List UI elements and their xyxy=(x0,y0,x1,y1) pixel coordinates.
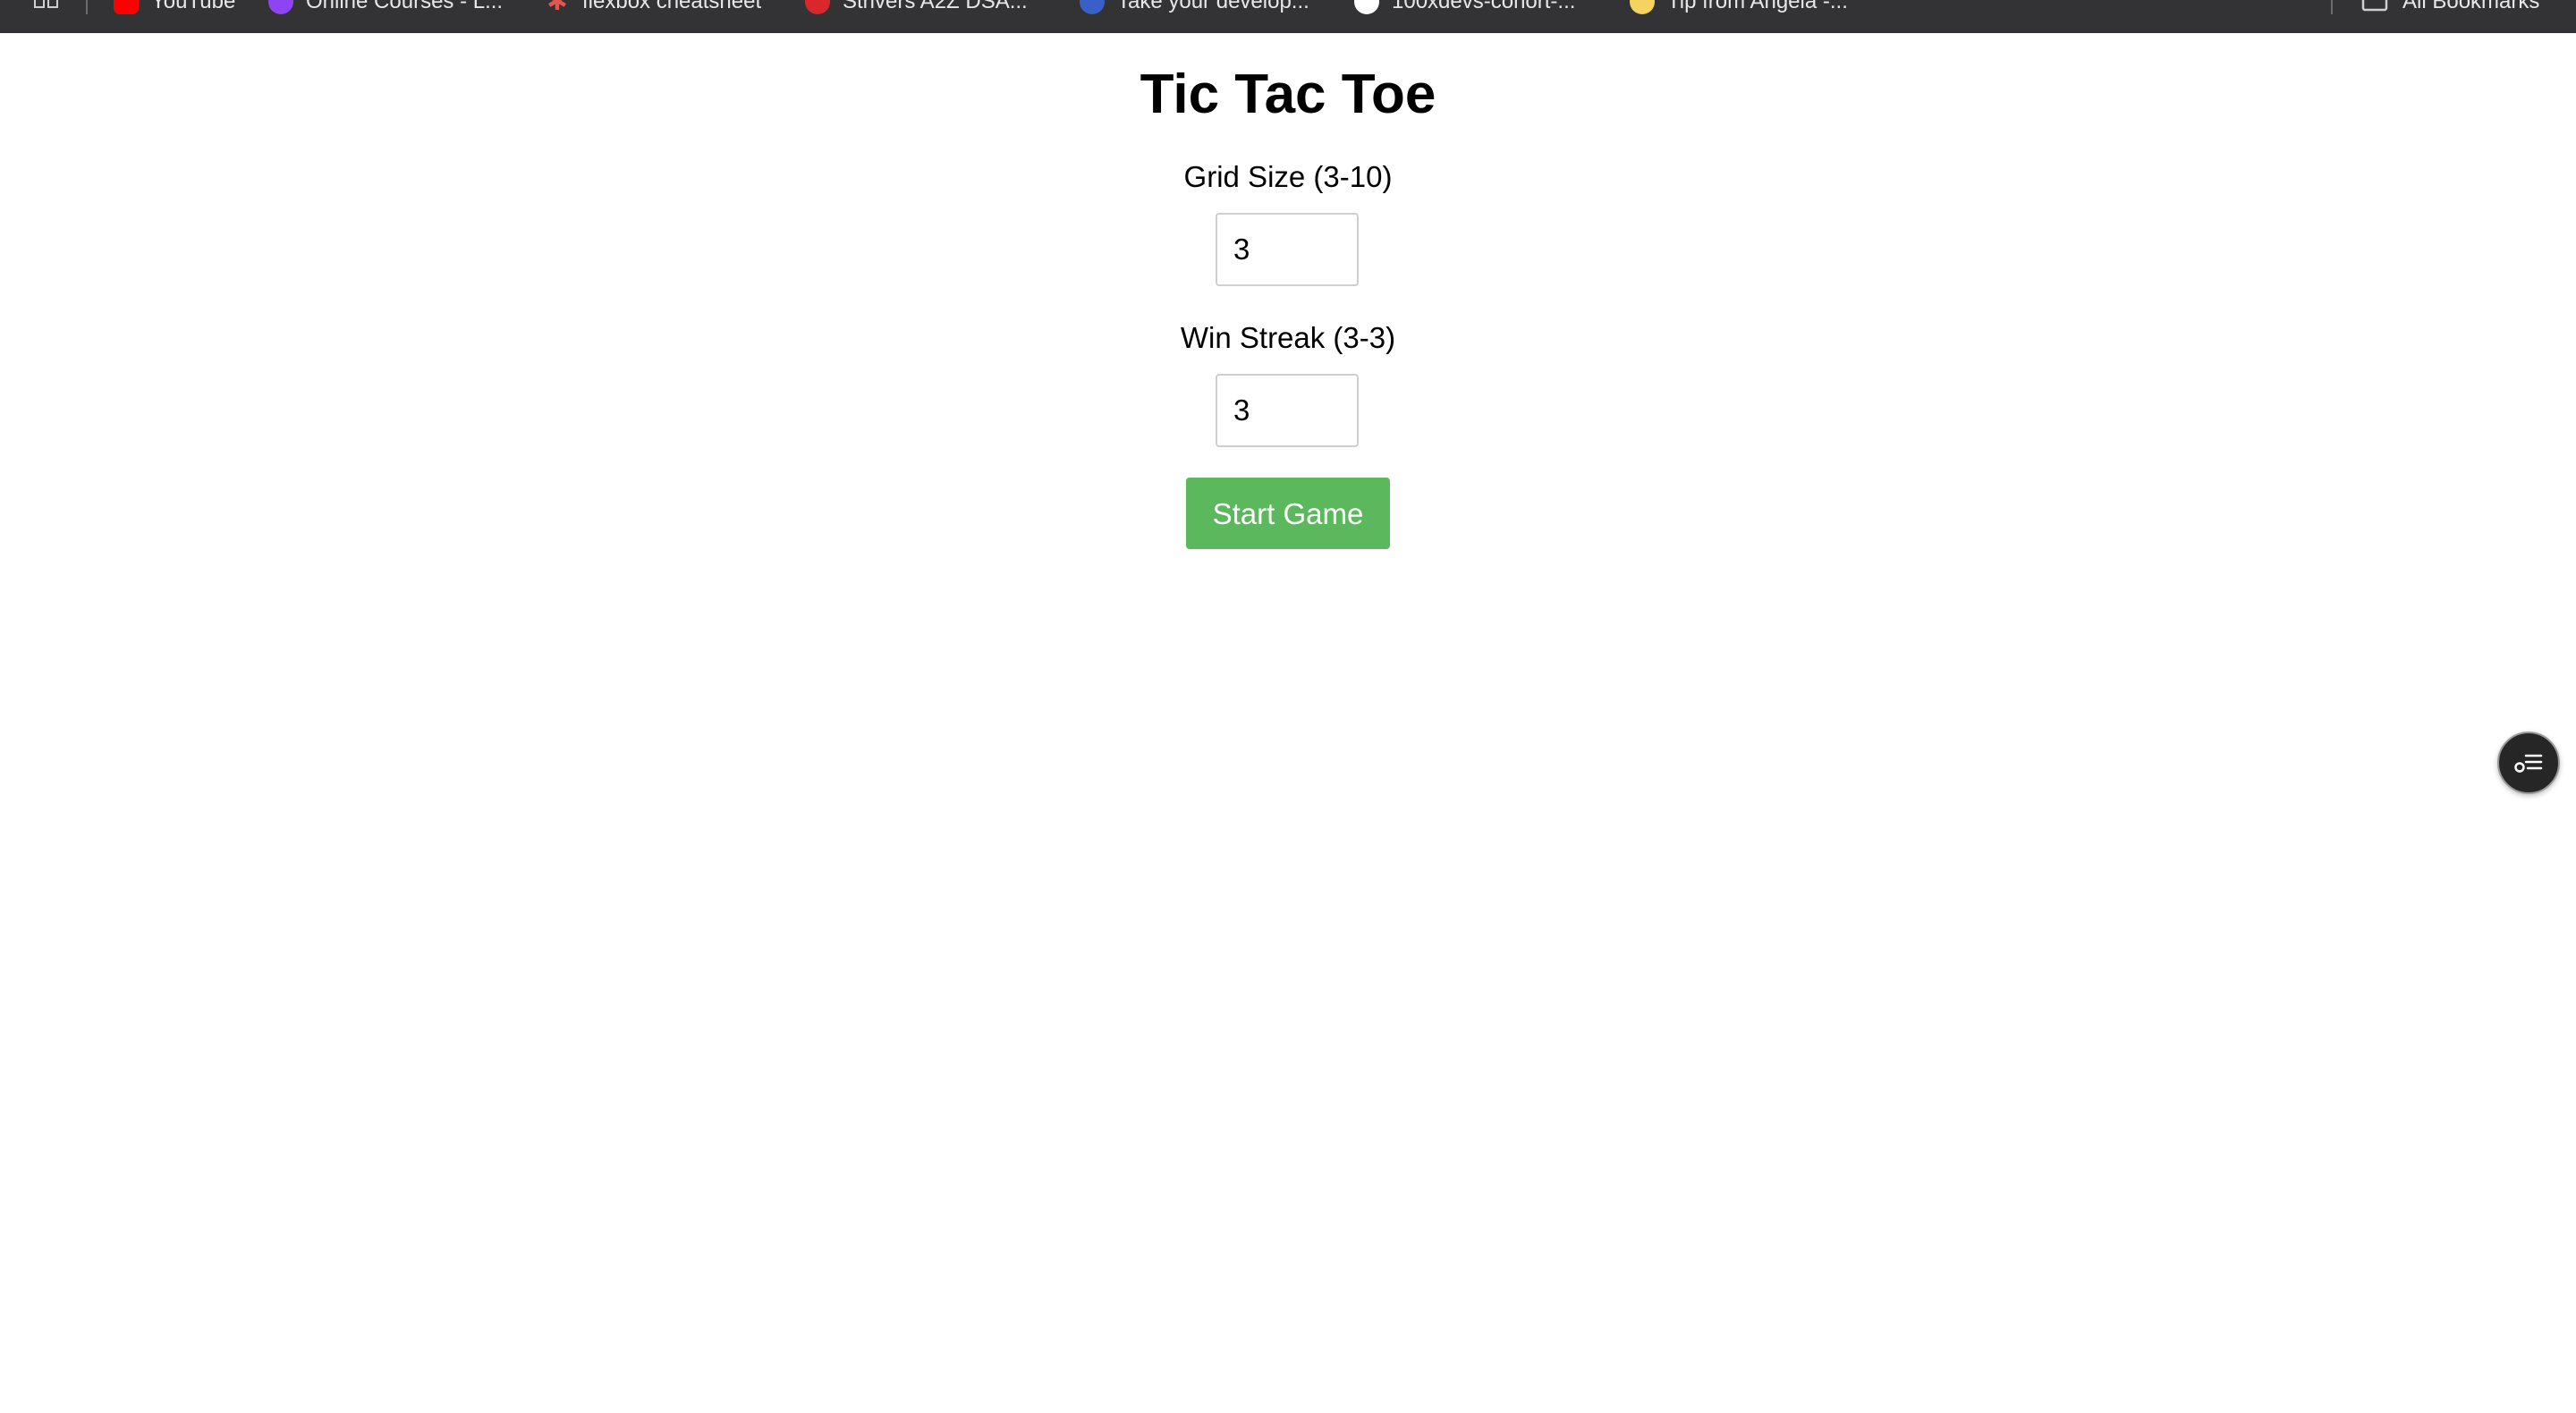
bookmark-label: Strivers A2Z DSA... xyxy=(843,0,1028,13)
flexbox-icon: ✱ xyxy=(547,0,568,15)
folder-icon xyxy=(2361,0,2388,12)
all-bookmarks-label: All Bookmarks xyxy=(2402,0,2540,13)
grid-size-input[interactable] xyxy=(1216,213,1359,286)
bookmark-tip-from-angela[interactable]: Tip from Angela -... xyxy=(1630,0,1848,17)
bookmark-take-your-develop[interactable]: Take your develop... xyxy=(1080,0,1309,17)
github-icon xyxy=(1354,0,1379,14)
bookmark-100xdevs[interactable]: 100xdevs-cohort-... xyxy=(1354,0,1575,17)
page-title: Tic Tac Toe xyxy=(1140,63,1436,125)
bookmark-label: 100xdevs-cohort-... xyxy=(1392,0,1576,13)
youtube-icon xyxy=(114,0,139,14)
bookmark-label: Take your develop... xyxy=(1117,0,1309,13)
udemy-icon xyxy=(268,0,293,14)
apps-grid-icon[interactable] xyxy=(34,0,59,14)
start-game-button[interactable]: Start Game xyxy=(1186,478,1390,549)
bookmark-label: YouTube xyxy=(151,0,236,13)
bookmark-label: Tip from Angela -... xyxy=(1667,0,1848,13)
grid-size-label: Grid Size (3-10) xyxy=(1183,160,1393,193)
all-bookmarks-button[interactable]: All Bookmarks xyxy=(2361,0,2539,17)
bookmark-udemy[interactable]: Online Courses - L... xyxy=(268,0,503,17)
floating-menu-button[interactable] xyxy=(2497,732,2560,794)
bookmarks-bar: YouTube Online Courses - L... ✱ flexbox … xyxy=(0,0,2576,33)
bookmark-label: Online Courses - L... xyxy=(306,0,504,13)
bookmarks-divider xyxy=(86,0,88,14)
win-streak-input[interactable] xyxy=(1216,374,1359,447)
checklist-icon xyxy=(2514,754,2543,773)
profile-icon xyxy=(1080,0,1105,14)
bookmark-strivers[interactable]: Strivers A2Z DSA... xyxy=(805,0,1028,17)
bookmark-flexbox[interactable]: ✱ flexbox cheatsheet xyxy=(545,0,761,17)
bookmarks-divider xyxy=(2331,0,2333,14)
bookmark-youtube[interactable]: YouTube xyxy=(114,0,235,17)
tuf-icon xyxy=(805,0,830,14)
angela-icon xyxy=(1630,0,1655,14)
win-streak-label: Win Streak (3-3) xyxy=(1180,321,1396,354)
bookmark-label: flexbox cheatsheet xyxy=(582,0,762,13)
